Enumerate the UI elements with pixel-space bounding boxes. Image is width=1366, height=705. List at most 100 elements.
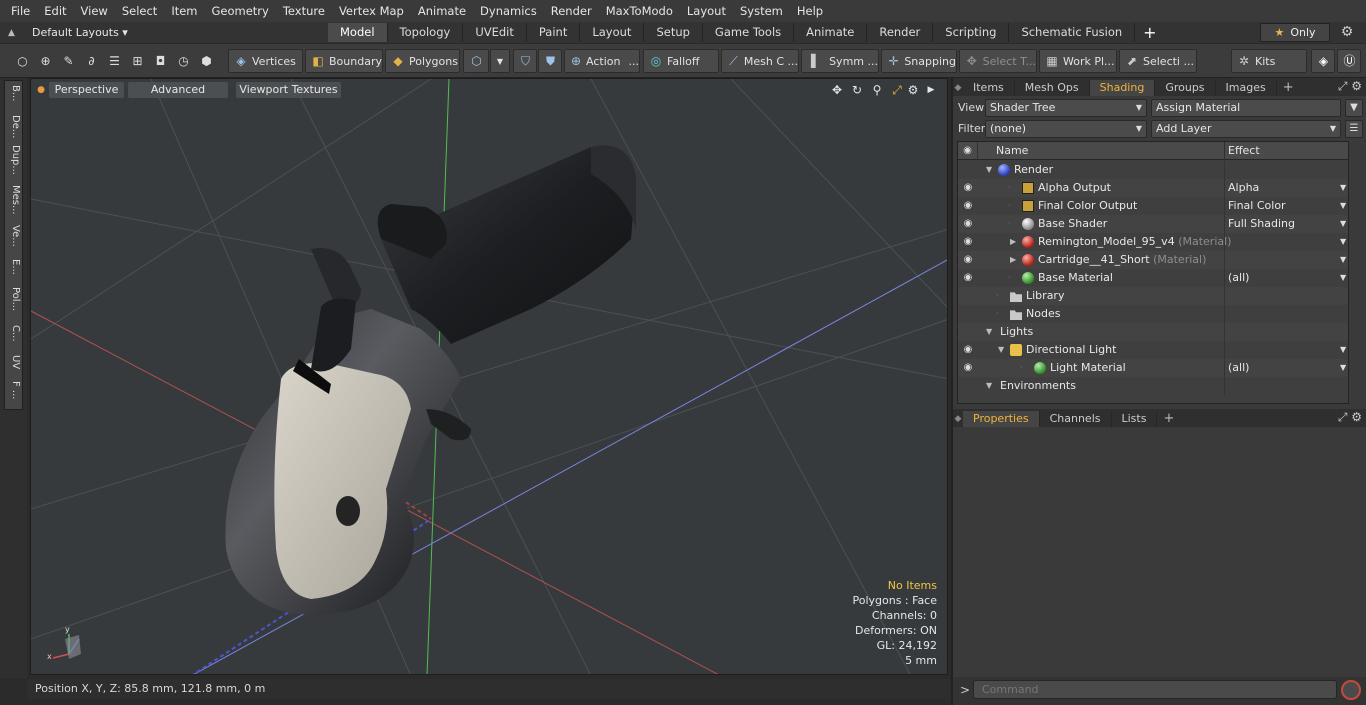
list-options-icon[interactable]: ☰ [1345,120,1363,138]
menu-layout[interactable]: Layout [680,0,733,22]
polygons-button[interactable]: ◆ Polygons [385,49,460,73]
gear-icon[interactable]: ⚙ [1336,23,1358,42]
tab-render[interactable]: Render [867,23,934,42]
left-tab-7[interactable]: C... [5,325,24,342]
tab-layout[interactable]: Layout [580,23,645,42]
left-tab-1[interactable]: De... [5,115,24,138]
panel-expand-gear-icon[interactable]: ⤢ ⚙ [1338,79,1362,94]
chevron-down-icon[interactable]: ▼ [1340,199,1346,213]
work-plane-button[interactable]: ▦ Work Pl... [1039,49,1117,73]
tree-row[interactable]: ▼ Lights [958,323,1348,341]
snapping-button[interactable]: ✛ Snapping [881,49,957,73]
left-tab-9[interactable]: F ... [5,381,24,399]
menu-dynamics[interactable]: Dynamics [473,0,544,22]
item-mode-icon[interactable]: ⬢ [199,53,215,69]
command-history-button[interactable] [1341,680,1361,700]
tab-animate[interactable]: Animate [794,23,868,42]
collapse-arrow-icon[interactable]: ▼ [986,379,996,393]
stack-icon[interactable]: ☰ [107,53,123,69]
mode-dropdown-button[interactable]: ▼ [490,49,510,73]
mesh-constraint-button[interactable]: ⟋ Mesh C ... [721,49,799,73]
viewport-textures-button[interactable]: Viewport Textures [236,82,341,98]
tab-uvedit[interactable]: UVEdit [463,23,527,42]
panel-expand-gear-icon[interactable]: ⤢ ⚙ [1338,410,1362,425]
eye-icon[interactable]: ◉ [962,362,974,374]
3d-viewport[interactable]: y x ● Perspective Advanced Viewport Text… [30,78,948,675]
tree-row[interactable]: ◉ ▶ Remington_Model_95_v4 (Material) ▼ [958,233,1348,251]
tab-shading[interactable]: Shading [1089,80,1156,96]
tree-row[interactable]: ◉ · Light Material (all) ▼ [958,359,1348,377]
menu-view[interactable]: View [74,0,115,22]
tab-items[interactable]: Items [963,80,1015,96]
left-tab-0[interactable]: B... [5,85,24,101]
tab-game-tools[interactable]: Game Tools [703,23,795,42]
tab-paint[interactable]: Paint [527,23,581,42]
add-panel-tab-icon[interactable]: + [1277,80,1300,96]
add-layer-dropdown[interactable]: Add Layer ▼ [1151,120,1341,138]
chevron-down-icon[interactable]: ▼ [1340,253,1346,267]
left-tab-3[interactable]: Mes... [5,185,24,215]
tab-schematic-fusion[interactable]: Schematic Fusion [1009,23,1136,42]
sym-y-button[interactable]: ⛊ [538,49,562,73]
view-dropdown[interactable]: Shader Tree ▼ [985,99,1147,117]
add-panel-tab-icon[interactable]: + [1157,411,1180,427]
unreal-button[interactable]: Ⓤ [1337,49,1361,73]
tree-row[interactable]: · Library [958,287,1348,305]
panel-menu-dot-icon[interactable]: ◆ [953,411,963,427]
left-tab-5[interactable]: E... [5,259,24,275]
chevron-down-icon[interactable]: ▼ [1340,343,1346,357]
timer-icon[interactable]: ◷ [176,53,192,69]
tab-scripting[interactable]: Scripting [933,23,1010,42]
expand-arrow-icon[interactable]: ▶ [1010,235,1020,249]
chevron-down-icon[interactable]: ▼ [1340,361,1346,375]
center-icon[interactable]: ⊞ [130,53,146,69]
boundary-button[interactable]: ◧ Boundary [305,49,383,73]
eye-icon[interactable]: ◉ [962,236,974,248]
fit-view-icon[interactable]: ⤢ [889,82,905,98]
menu-vertex-map[interactable]: Vertex Map [332,0,411,22]
action-center-button[interactable]: ⊕ Action... [564,49,640,73]
tree-row[interactable]: ◉ · Alpha Output Alpha ▼ [958,179,1348,197]
menu-render[interactable]: Render [544,0,599,22]
collapse-arrow-icon[interactable]: ▼ [998,343,1008,357]
menu-item[interactable]: Item [164,0,204,22]
tree-row[interactable]: ▼ Environments [958,377,1348,395]
tree-item-effect[interactable]: Alpha [1228,181,1259,194]
tab-images[interactable]: Images [1216,80,1277,96]
tab-setup[interactable]: Setup [644,23,703,42]
chevron-down-icon[interactable]: ▼ [1340,271,1346,285]
menu-system[interactable]: System [733,0,790,22]
name-column-header[interactable]: Name [996,144,1028,157]
tree-row[interactable]: ◉ · Base Material (all) ▼ [958,269,1348,287]
viewport-menu-dot-icon[interactable]: ● [33,82,49,98]
falloff-button[interactable]: ◎ Falloff [643,49,719,73]
tree-row[interactable]: · Nodes [958,305,1348,323]
tree-item-effect[interactable]: Final Color [1228,199,1286,212]
filter-funnel-icon[interactable]: ▼ [1345,99,1363,117]
selection-sets-button[interactable]: ⬈ Selecti ... [1119,49,1197,73]
select-through-button[interactable]: ✥ Select T... [959,49,1037,73]
visibility-column-eye-icon[interactable]: ◉ [958,142,978,160]
tab-model[interactable]: Model [328,23,388,42]
tree-item-effect[interactable]: (all) [1228,271,1249,284]
tab-mesh-ops[interactable]: Mesh Ops [1015,80,1090,96]
eye-icon[interactable]: ◉ [962,182,974,194]
chevron-down-icon[interactable]: ▼ [1340,235,1346,249]
menu-animate[interactable]: Animate [411,0,473,22]
menu-file[interactable]: File [4,0,37,22]
menu-edit[interactable]: Edit [37,0,73,22]
left-tab-2[interactable]: Dup... [5,145,24,175]
chevron-down-icon[interactable]: ▼ [1340,217,1346,231]
collapse-arrow-icon[interactable]: ▼ [986,163,996,177]
tree-row[interactable]: ▼ Render [958,161,1348,179]
only-toggle[interactable]: ★ Only [1260,23,1330,42]
chevron-down-icon[interactable]: ▼ [1340,181,1346,195]
command-input[interactable] [973,680,1337,699]
rotate-view-icon[interactable]: ↻ [849,82,865,98]
tree-item-effect[interactable]: (all) [1228,361,1249,374]
menu-help[interactable]: Help [790,0,830,22]
menu-select[interactable]: Select [115,0,164,22]
left-tab-6[interactable]: Pol... [5,287,24,311]
tree-row[interactable]: ◉ ▼ Directional Light ▼ [958,341,1348,359]
tree-row[interactable]: ◉ ▶ Cartridge__41_Short (Material) ▼ [958,251,1348,269]
